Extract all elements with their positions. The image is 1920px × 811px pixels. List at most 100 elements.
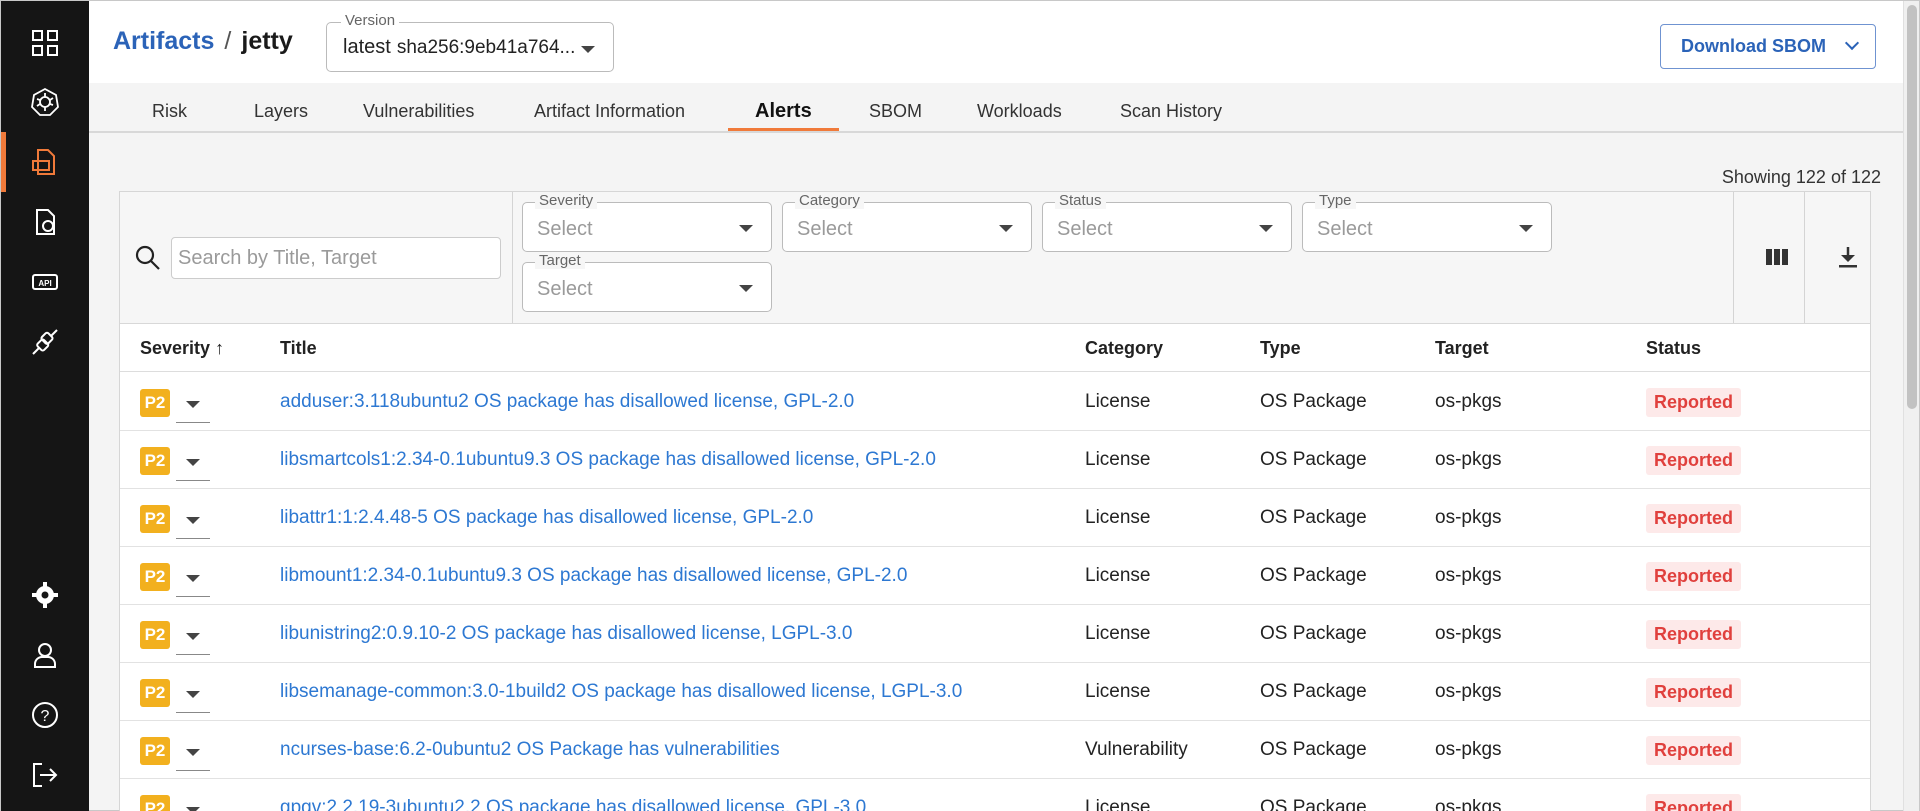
breadcrumb-separator: / bbox=[224, 27, 232, 55]
alert-target: os-pkgs bbox=[1435, 623, 1502, 644]
status-badge: Reported bbox=[1646, 504, 1742, 533]
alert-title-link[interactable]: ncurses-base:6.2-0ubuntu2 OS Package has… bbox=[280, 739, 780, 761]
tab-sbom[interactable]: SBOM bbox=[869, 101, 922, 122]
download-button[interactable] bbox=[1828, 237, 1868, 277]
api-icon[interactable]: API bbox=[1, 252, 89, 312]
version-value: latest sha256:9eb41a764... bbox=[343, 36, 575, 59]
search-icon bbox=[135, 245, 160, 270]
user-icon[interactable] bbox=[1, 625, 89, 685]
kubernetes-icon[interactable] bbox=[1, 72, 89, 132]
caret-down-icon bbox=[186, 459, 200, 466]
alert-title-link[interactable]: libsemanage-common:3.0-1build2 OS packag… bbox=[280, 681, 962, 703]
help-icon[interactable]: ? bbox=[1, 685, 89, 745]
category-filter[interactable]: Category Select bbox=[782, 192, 1032, 252]
tab-risk[interactable]: Risk bbox=[152, 101, 187, 122]
caret-down-icon bbox=[1519, 225, 1533, 232]
caret-down-icon bbox=[186, 633, 200, 640]
search-input[interactable] bbox=[171, 237, 501, 279]
alert-title-link[interactable]: libsmartcols1:2.34-0.1ubuntu9.3 OS packa… bbox=[280, 449, 936, 471]
severity-dropdown[interactable] bbox=[176, 733, 210, 771]
severity-badge: P2 bbox=[140, 563, 170, 591]
version-label: Version bbox=[341, 12, 400, 29]
scrollbar-thumb[interactable] bbox=[1907, 5, 1917, 409]
breadcrumb-current: jetty bbox=[241, 27, 293, 55]
alert-target: os-pkgs bbox=[1435, 449, 1502, 470]
settings-icon[interactable] bbox=[1, 565, 89, 625]
tab-artifact-information[interactable]: Artifact Information bbox=[534, 101, 685, 122]
version-hash: sha256:9eb41a764... bbox=[396, 37, 576, 58]
target-filter[interactable]: Target Select bbox=[522, 252, 772, 312]
table-row: P2 libsemanage-common:3.0-1build2 OS pack… bbox=[120, 663, 1870, 721]
status-filter-label: Status bbox=[1055, 192, 1106, 209]
alert-title-link[interactable]: gpgv:2.2.19-3ubuntu2.2 OS package has di… bbox=[280, 797, 866, 811]
integrations-icon[interactable] bbox=[1, 312, 89, 372]
page-scrollbar[interactable] bbox=[1903, 1, 1919, 811]
policy-icon[interactable] bbox=[1, 192, 89, 252]
severity-badge: P2 bbox=[140, 737, 170, 765]
column-header-category[interactable]: Category bbox=[1085, 338, 1163, 359]
table-row: P2 libunistring2:0.9.10-2 OS package has … bbox=[120, 605, 1870, 663]
severity-badge: P2 bbox=[140, 389, 170, 417]
severity-dropdown[interactable] bbox=[176, 443, 210, 481]
sidebar: API ? bbox=[1, 1, 89, 811]
severity-badge: P2 bbox=[140, 795, 170, 811]
severity-dropdown[interactable] bbox=[176, 559, 210, 597]
download-sbom-button[interactable]: Download SBOM bbox=[1660, 24, 1876, 69]
alert-target: os-pkgs bbox=[1435, 391, 1502, 412]
alert-type: OS Package bbox=[1260, 797, 1367, 811]
table-row: P2 libattr1:1:2.4.48-5 OS package has dis… bbox=[120, 489, 1870, 547]
caret-down-icon bbox=[186, 401, 200, 408]
severity-dropdown[interactable] bbox=[176, 385, 210, 423]
severity-dropdown[interactable] bbox=[176, 501, 210, 539]
dashboard-icon[interactable] bbox=[1, 13, 89, 73]
status-filter[interactable]: Status Select bbox=[1042, 192, 1292, 252]
status-badge: Reported bbox=[1646, 794, 1742, 811]
alert-title-link[interactable]: libmount1:2.34-0.1ubuntu9.3 OS package h… bbox=[280, 565, 907, 587]
category-filter-label: Category bbox=[795, 192, 864, 209]
caret-down-icon bbox=[186, 517, 200, 524]
tab-layers[interactable]: Layers bbox=[254, 101, 308, 122]
alert-title-link[interactable]: libattr1:1:2.4.48-5 OS package has disal… bbox=[280, 507, 813, 529]
tab-alerts[interactable]: Alerts bbox=[755, 100, 812, 123]
severity-badge: P2 bbox=[140, 447, 170, 475]
tab-vulnerabilities[interactable]: Vulnerabilities bbox=[363, 101, 474, 122]
tab-scan-history[interactable]: Scan History bbox=[1120, 101, 1222, 122]
breadcrumb-artifacts-link[interactable]: Artifacts bbox=[113, 27, 214, 55]
tab-bar: Risk Layers Vulnerabilities Artifact Inf… bbox=[89, 83, 1919, 133]
version-select[interactable]: Version latest sha256:9eb41a764... bbox=[326, 12, 614, 72]
caret-down-icon bbox=[739, 225, 753, 232]
alert-title-link[interactable]: adduser:3.118ubuntu2 OS package has disa… bbox=[280, 391, 854, 413]
logout-icon[interactable] bbox=[1, 745, 89, 805]
severity-badge: P2 bbox=[140, 679, 170, 707]
breadcrumb: Artifacts / jetty bbox=[113, 27, 293, 56]
column-header-target[interactable]: Target bbox=[1435, 338, 1489, 359]
tab-workloads[interactable]: Workloads bbox=[977, 101, 1062, 122]
alerts-table-card: Severity Select Category Select Status S… bbox=[119, 191, 1871, 811]
type-filter[interactable]: Type Select bbox=[1302, 192, 1552, 252]
svg-text:?: ? bbox=[41, 708, 50, 725]
main-content: Artifacts / jetty Version latest sha256:9eb… bbox=[89, 1, 1919, 811]
alert-category: License bbox=[1085, 565, 1151, 586]
alert-type: OS Package bbox=[1260, 391, 1367, 412]
alert-title-link[interactable]: libunistring2:0.9.10-2 OS package has di… bbox=[280, 623, 852, 645]
severity-filter[interactable]: Severity Select bbox=[522, 192, 772, 252]
severity-filter-value: Select bbox=[537, 218, 593, 240]
column-header-type[interactable]: Type bbox=[1260, 338, 1301, 359]
caret-down-icon bbox=[186, 749, 200, 756]
column-header-severity[interactable]: Severity ↑ bbox=[140, 338, 224, 359]
result-count: Showing 122 of 122 bbox=[1721, 167, 1881, 187]
column-header-status[interactable]: Status bbox=[1646, 338, 1701, 359]
target-filter-value: Select bbox=[537, 278, 593, 300]
severity-dropdown[interactable] bbox=[176, 675, 210, 713]
severity-dropdown[interactable] bbox=[176, 791, 210, 811]
columns-button[interactable] bbox=[1757, 237, 1797, 277]
artifacts-icon[interactable] bbox=[1, 132, 89, 192]
column-header-title[interactable]: Title bbox=[280, 338, 317, 359]
severity-dropdown[interactable] bbox=[176, 617, 210, 655]
caret-down-icon bbox=[186, 691, 200, 698]
alert-category: License bbox=[1085, 391, 1151, 412]
alert-target: os-pkgs bbox=[1435, 797, 1502, 811]
divider bbox=[1733, 192, 1734, 323]
table-row: P2 libmount1:2.34-0.1ubuntu9.3 OS package… bbox=[120, 547, 1870, 605]
severity-badge: P2 bbox=[140, 621, 170, 649]
